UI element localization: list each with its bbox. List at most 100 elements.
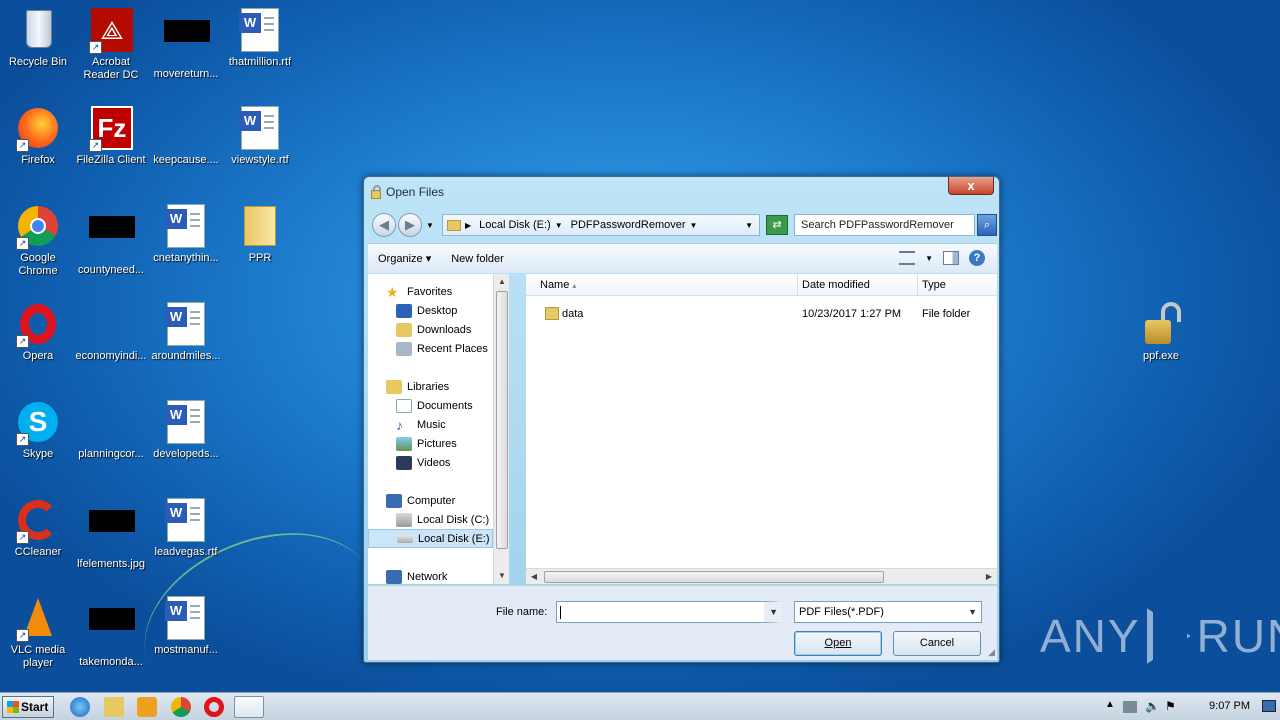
desktop-icon-ppf-exe[interactable]: ppf.exe [1123, 302, 1199, 363]
new-folder-button[interactable]: New folder [451, 253, 504, 265]
scroll-up-icon[interactable]: ▲ [494, 274, 510, 290]
address-history-dropdown[interactable]: ▼ [745, 221, 753, 230]
column-name[interactable]: Name ▴ [526, 274, 798, 296]
table-row[interactable]: data 10/23/2017 1:27 PM File folder [526, 304, 997, 324]
scroll-thumb[interactable] [544, 571, 884, 583]
desktop-icon-thatmillion[interactable]: thatmillion.rtf [222, 8, 298, 69]
chevron-down-icon[interactable]: ▼ [690, 221, 698, 230]
desktop-icon-cnetanythin[interactable]: cnetanythin... [148, 204, 224, 265]
desktop-icon-mostmanuf[interactable]: mostmanuf... [148, 596, 224, 657]
nav-scrollbar[interactable]: ▲ ▼ [493, 274, 509, 584]
opera-icon[interactable] [204, 697, 224, 717]
skype-icon: S ↗ [16, 400, 60, 446]
horizontal-scrollbar[interactable]: ◀ ▶ [526, 568, 997, 584]
nav-downloads[interactable]: Downloads [368, 320, 493, 339]
nav-music[interactable]: ♪ Music [368, 415, 493, 434]
desktop-icon-countyneed[interactable]: countyneed... [73, 204, 149, 277]
desktop-icon-recycle-bin[interactable]: Recycle Bin [0, 8, 76, 69]
desktop-icon-ccleaner[interactable]: ↗ CCleaner [0, 498, 76, 559]
watermark-text-left: ANY [1040, 610, 1141, 662]
chevron-down-icon[interactable]: ▼ [555, 221, 563, 230]
nav-local-disk-c[interactable]: Local Disk (C:) [368, 510, 493, 529]
breadcrumb-local-disk-e[interactable]: Local Disk (E:) [479, 219, 551, 231]
word-doc-icon [164, 204, 208, 248]
nav-pictures[interactable]: Pictures [368, 434, 493, 453]
column-date-modified[interactable]: Date modified [798, 274, 918, 296]
nav-documents[interactable]: Documents [368, 396, 493, 415]
desktop-icon-developeds[interactable]: developeds... [148, 400, 224, 461]
file-name-input[interactable]: ▼ [556, 601, 782, 623]
address-bar[interactable]: ▶ Local Disk (E:) ▼ PDFPasswordRemover ▼… [442, 214, 760, 236]
desktop-icon-chrome[interactable]: ↗ Google Chrome [0, 204, 76, 278]
back-button[interactable]: ◀ [372, 213, 396, 237]
refresh-button[interactable]: ⇄ [766, 215, 788, 235]
nav-network[interactable]: Network [368, 567, 493, 586]
nav-videos[interactable]: Videos [368, 453, 493, 472]
desktop-icon-movereturn[interactable]: movereturn... [148, 8, 224, 81]
help-icon[interactable]: ? [969, 250, 985, 266]
close-button[interactable]: x [948, 177, 994, 195]
nav-local-disk-e[interactable]: Local Disk (E:) [368, 529, 493, 548]
search-input[interactable]: Search PDFPasswordRemover [794, 214, 975, 236]
desktop-icon-leadvegas[interactable]: leadvegas.rtf [148, 498, 224, 559]
cancel-button[interactable]: Cancel [893, 631, 981, 656]
scroll-right-icon[interactable]: ▶ [981, 569, 997, 585]
nav-libraries[interactable]: Libraries [368, 377, 493, 396]
desktop-icon-skype[interactable]: S ↗ Skype [0, 400, 76, 461]
scroll-thumb[interactable] [496, 291, 508, 549]
internet-explorer-icon[interactable] [70, 697, 90, 717]
nav-desktop[interactable]: Desktop [368, 301, 493, 320]
scroll-left-icon[interactable]: ◀ [526, 569, 542, 585]
nav-favorites[interactable]: ★ Favorites [368, 282, 493, 301]
desktop-icon-lfelements[interactable]: lfelements.jpg [73, 498, 149, 571]
desktop-icon-vlc[interactable]: ↗ VLC media player [0, 596, 76, 670]
network-tray-icon[interactable] [1123, 701, 1137, 713]
open-button[interactable]: Open [794, 631, 882, 656]
desktop-icon-planningcor[interactable]: planningcor... [73, 400, 149, 461]
chevron-down-icon[interactable]: ▼ [925, 254, 933, 263]
open-files-taskbar-button[interactable] [234, 696, 264, 718]
clock[interactable]: 9:07 PM [1209, 700, 1250, 712]
search-icon[interactable]: ⌕ [977, 214, 997, 236]
chrome-icon[interactable] [171, 697, 191, 717]
nav-label: Downloads [417, 323, 472, 336]
forward-button[interactable]: ▶ [398, 213, 422, 237]
desktop-icon-acrobat[interactable]: ⟁ ↗ Acrobat Reader DC [73, 8, 149, 82]
icon-label: VLC media player [10, 644, 66, 669]
start-button[interactable]: Start [2, 696, 54, 718]
padlock-icon [1139, 302, 1183, 346]
desktop-icon-filezilla[interactable]: Fz ↗ FileZilla Client [73, 106, 149, 167]
preview-pane-icon[interactable] [943, 251, 959, 265]
organize-button[interactable]: Organize ▾ [378, 252, 431, 265]
desktop-icon-firefox[interactable]: ↗ Firefox [0, 106, 76, 167]
file-list: Name ▴ Date modified Type data 10/23/201… [526, 274, 997, 584]
desktop-icon-ppr[interactable]: PPR [222, 204, 298, 265]
blank-file-icon [89, 302, 133, 346]
desktop-icon-takemonda[interactable]: takemonda... [73, 596, 149, 669]
recent-locations-dropdown[interactable]: ▼ [426, 221, 434, 230]
nav-recent-places[interactable]: Recent Places [368, 339, 493, 358]
show-desktop-icon[interactable] [1262, 700, 1276, 712]
view-options-icon[interactable] [899, 251, 916, 265]
flag-icon[interactable]: ⚑ [1165, 699, 1176, 713]
scroll-down-icon[interactable]: ▼ [494, 568, 510, 584]
open-label: Open [824, 637, 852, 649]
column-type[interactable]: Type [918, 274, 997, 296]
breadcrumb-pdfpasswordremover[interactable]: PDFPasswordRemover [571, 219, 686, 231]
desktop-icon-opera[interactable]: ↗ Opera [0, 302, 76, 363]
chrome-icon: ↗ [16, 204, 60, 250]
speaker-icon[interactable]: 🔈 [1145, 699, 1160, 713]
file-type-select[interactable]: PDF Files(*.PDF) ▼ [794, 601, 982, 623]
desktop-icon-aroundmiles[interactable]: aroundmiles... [148, 302, 224, 363]
resize-grip-icon[interactable]: ◢ [988, 647, 995, 658]
show-hidden-icons-icon[interactable]: ▲ [1105, 699, 1115, 710]
desktop-icon-keepcause[interactable]: keepcause.... [148, 106, 224, 167]
explorer-folder-icon[interactable] [104, 697, 124, 717]
chevron-down-icon[interactable]: ▼ [968, 602, 977, 622]
chevron-right-icon[interactable]: ▶ [465, 221, 471, 230]
chevron-down-icon[interactable]: ▼ [769, 607, 778, 617]
nav-computer[interactable]: Computer [368, 491, 493, 510]
desktop-icon-economyindi[interactable]: economyindi... [73, 302, 149, 363]
media-player-icon[interactable] [137, 697, 157, 717]
desktop-icon-viewstyle[interactable]: viewstyle.rtf [222, 106, 298, 167]
